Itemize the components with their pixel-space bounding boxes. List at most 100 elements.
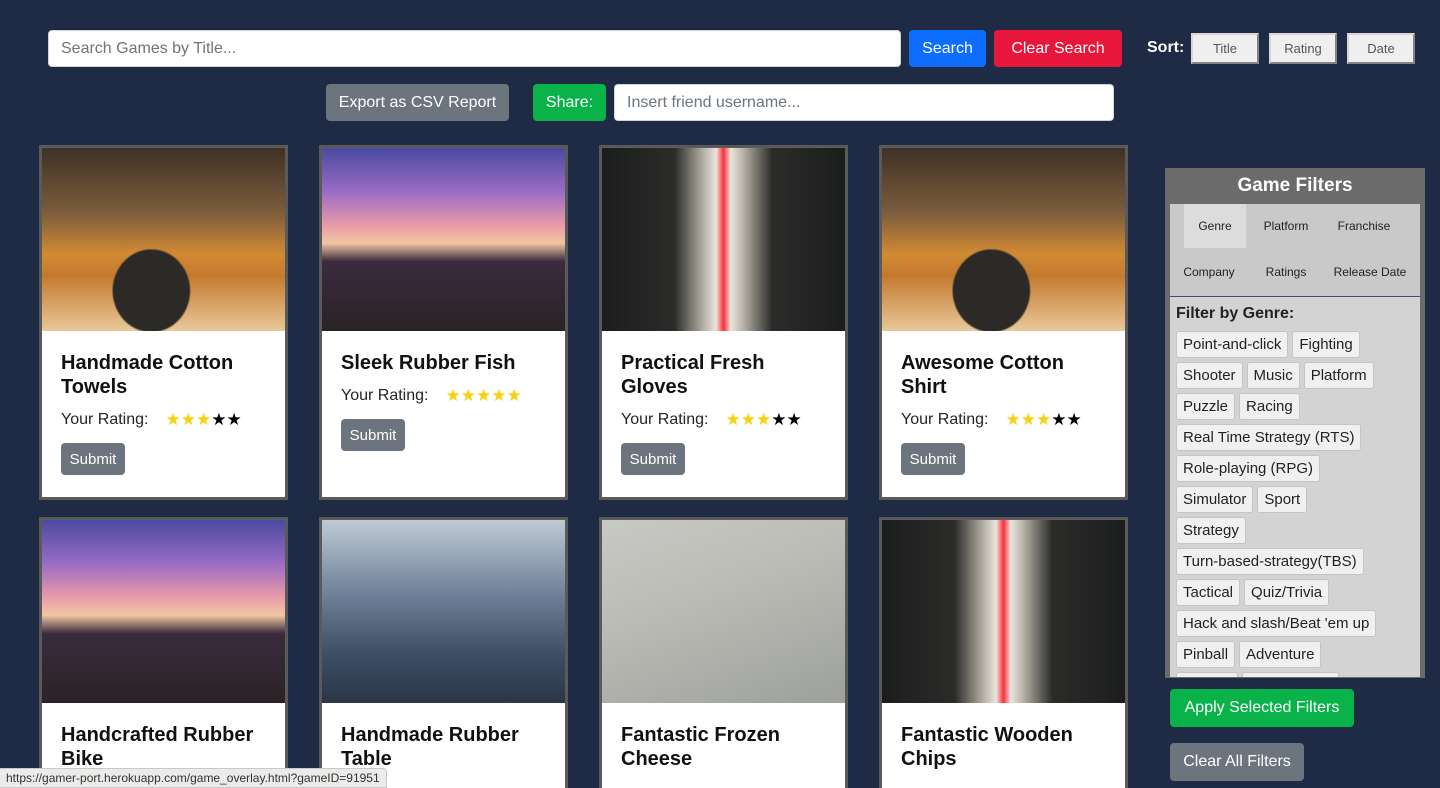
- star-rating[interactable]: ★★★★★: [445, 386, 521, 405]
- game-image[interactable]: [602, 520, 845, 703]
- game-card[interactable]: Handcrafted Rubber Bike: [39, 517, 288, 788]
- star-icon[interactable]: ★: [1036, 410, 1051, 429]
- submit-rating-button[interactable]: Submit: [341, 419, 405, 451]
- genre-chip[interactable]: Music: [1246, 362, 1300, 389]
- star-icon[interactable]: ★: [461, 386, 476, 405]
- clear-search-button[interactable]: Clear Search: [994, 30, 1122, 67]
- star-icon[interactable]: ★: [1066, 410, 1081, 429]
- star-icon[interactable]: ★: [491, 386, 506, 405]
- tab-genre[interactable]: Genre: [1184, 204, 1246, 248]
- game-card[interactable]: Sleek Rubber Fish Your Rating: ★★★★★ Sub…: [319, 145, 568, 500]
- sort-date-button[interactable]: Date: [1347, 33, 1415, 64]
- game-card[interactable]: Fantastic Frozen Cheese: [599, 517, 848, 788]
- game-image[interactable]: [322, 148, 565, 331]
- genre-chip[interactable]: Quiz/Trivia: [1244, 579, 1330, 606]
- apply-filters-button[interactable]: Apply Selected Filters: [1170, 689, 1354, 727]
- filters-title: Game Filters: [1237, 175, 1353, 196]
- tab-ratings[interactable]: Ratings: [1252, 250, 1320, 294]
- star-icon[interactable]: ★: [165, 410, 180, 429]
- genre-chip[interactable]: Platform: [1303, 362, 1374, 389]
- export-csv-button[interactable]: Export as CSV Report: [326, 84, 509, 121]
- genre-chip[interactable]: Simulator: [1176, 486, 1254, 513]
- share-button[interactable]: Share:: [533, 84, 606, 121]
- star-icon[interactable]: ★: [741, 410, 756, 429]
- star-rating[interactable]: ★★★★★: [725, 410, 801, 429]
- submit-rating-button[interactable]: Submit: [61, 443, 125, 475]
- game-card[interactable]: Fantastic Wooden Chips: [879, 517, 1128, 788]
- genre-chip[interactable]: Point-and-click: [1176, 331, 1289, 358]
- game-image[interactable]: [42, 148, 285, 331]
- star-icon[interactable]: ★: [1005, 410, 1020, 429]
- star-icon[interactable]: ★: [211, 410, 226, 429]
- star-icon[interactable]: ★: [506, 386, 521, 405]
- submit-rating-button[interactable]: Submit: [621, 443, 685, 475]
- game-image[interactable]: [882, 148, 1125, 331]
- game-image[interactable]: [882, 520, 1125, 703]
- star-icon[interactable]: ★: [476, 386, 491, 405]
- genre-chip[interactable]: Real Time Strategy (RTS): [1176, 424, 1362, 451]
- game-image[interactable]: [322, 520, 565, 703]
- clear-filters-button[interactable]: Clear All Filters: [1170, 743, 1304, 781]
- game-image[interactable]: [602, 148, 845, 331]
- rating-label: Your Rating:: [621, 411, 709, 428]
- tab-franchise[interactable]: Franchise: [1326, 204, 1402, 248]
- tab-company[interactable]: Company: [1176, 250, 1242, 294]
- genre-chip[interactable]: Tactical: [1176, 579, 1241, 606]
- genre-chip[interactable]: Shooter: [1176, 362, 1243, 389]
- star-icon[interactable]: ★: [226, 410, 241, 429]
- star-icon[interactable]: ★: [445, 386, 460, 405]
- search-input[interactable]: [48, 30, 901, 67]
- star-icon[interactable]: ★: [196, 410, 211, 429]
- genre-chip[interactable]: Arcade: [1176, 672, 1238, 677]
- sort-rating-button[interactable]: Rating: [1269, 33, 1337, 64]
- game-filters-panel: Game Filters Genre Platform Franchise Co…: [1165, 168, 1425, 678]
- sort-title-button[interactable]: Title: [1191, 33, 1259, 64]
- genre-chip[interactable]: Visual Novel: [1241, 672, 1339, 677]
- star-icon[interactable]: ★: [771, 410, 786, 429]
- genre-chip[interactable]: Sport: [1257, 486, 1308, 513]
- rating-row: Your Rating: ★★★★★: [621, 411, 826, 429]
- star-icon[interactable]: ★: [181, 410, 196, 429]
- game-card[interactable]: Awesome Cotton Shirt Your Rating: ★★★★★ …: [879, 145, 1128, 500]
- genre-chip-list: Point-and-click Fighting Shooter Music Platf…: [1176, 331, 1377, 677]
- submit-rating-button[interactable]: Submit: [901, 443, 965, 475]
- rating-label: Your Rating:: [901, 411, 989, 428]
- rating-row: Your Rating: ★★★★★: [901, 411, 1106, 429]
- game-card[interactable]: Handmade Cotton Towels Your Rating: ★★★★…: [39, 145, 288, 500]
- star-icon[interactable]: ★: [756, 410, 771, 429]
- rating-row: Your Rating: ★★★★★: [61, 411, 266, 429]
- game-title: Handmade Cotton Towels: [61, 352, 234, 398]
- star-icon[interactable]: ★: [725, 410, 740, 429]
- game-title: Fantastic Frozen Cheese: [621, 724, 780, 770]
- friend-username-input[interactable]: [614, 84, 1114, 121]
- genre-filter-panel[interactable]: Filter by Genre: Point-and-click Fighting…: [1170, 297, 1420, 677]
- star-rating[interactable]: ★★★★★: [1005, 410, 1081, 429]
- genre-chip[interactable]: Racing: [1239, 393, 1300, 420]
- star-icon[interactable]: ★: [1021, 410, 1036, 429]
- game-title: Practical Fresh Gloves: [621, 352, 765, 398]
- game-title: Awesome Cotton Shirt: [901, 352, 1064, 398]
- search-button[interactable]: Search: [909, 30, 986, 67]
- game-image[interactable]: [42, 520, 285, 703]
- game-card[interactable]: Handmade Rubber Table: [319, 517, 568, 788]
- genre-chip[interactable]: Role-playing (RPG): [1176, 455, 1321, 482]
- genre-chip[interactable]: Puzzle: [1176, 393, 1236, 420]
- tab-platform[interactable]: Platform: [1252, 204, 1320, 248]
- tab-release-date[interactable]: Release Date: [1326, 250, 1414, 294]
- genre-chip[interactable]: Turn-based-strategy(TBS): [1176, 548, 1364, 575]
- sort-label: Sort:: [1147, 39, 1185, 56]
- game-title: Handmade Rubber Table: [341, 724, 519, 770]
- game-card[interactable]: Practical Fresh Gloves Your Rating: ★★★★…: [599, 145, 848, 500]
- filter-by-genre-label: Filter by Genre:: [1176, 305, 1295, 322]
- rating-label: Your Rating:: [61, 411, 149, 428]
- genre-chip[interactable]: Hack and slash/Beat 'em up: [1176, 610, 1377, 637]
- genre-chip[interactable]: Fighting: [1292, 331, 1360, 358]
- rating-row: Your Rating: ★★★★★: [341, 387, 546, 405]
- star-icon[interactable]: ★: [786, 410, 801, 429]
- genre-chip[interactable]: Pinball: [1176, 641, 1236, 668]
- star-rating[interactable]: ★★★★★: [165, 410, 241, 429]
- star-icon[interactable]: ★: [1051, 410, 1066, 429]
- genre-chip[interactable]: Strategy: [1176, 517, 1246, 544]
- genre-chip[interactable]: Adventure: [1239, 641, 1322, 668]
- game-title: Handcrafted Rubber Bike: [61, 724, 254, 770]
